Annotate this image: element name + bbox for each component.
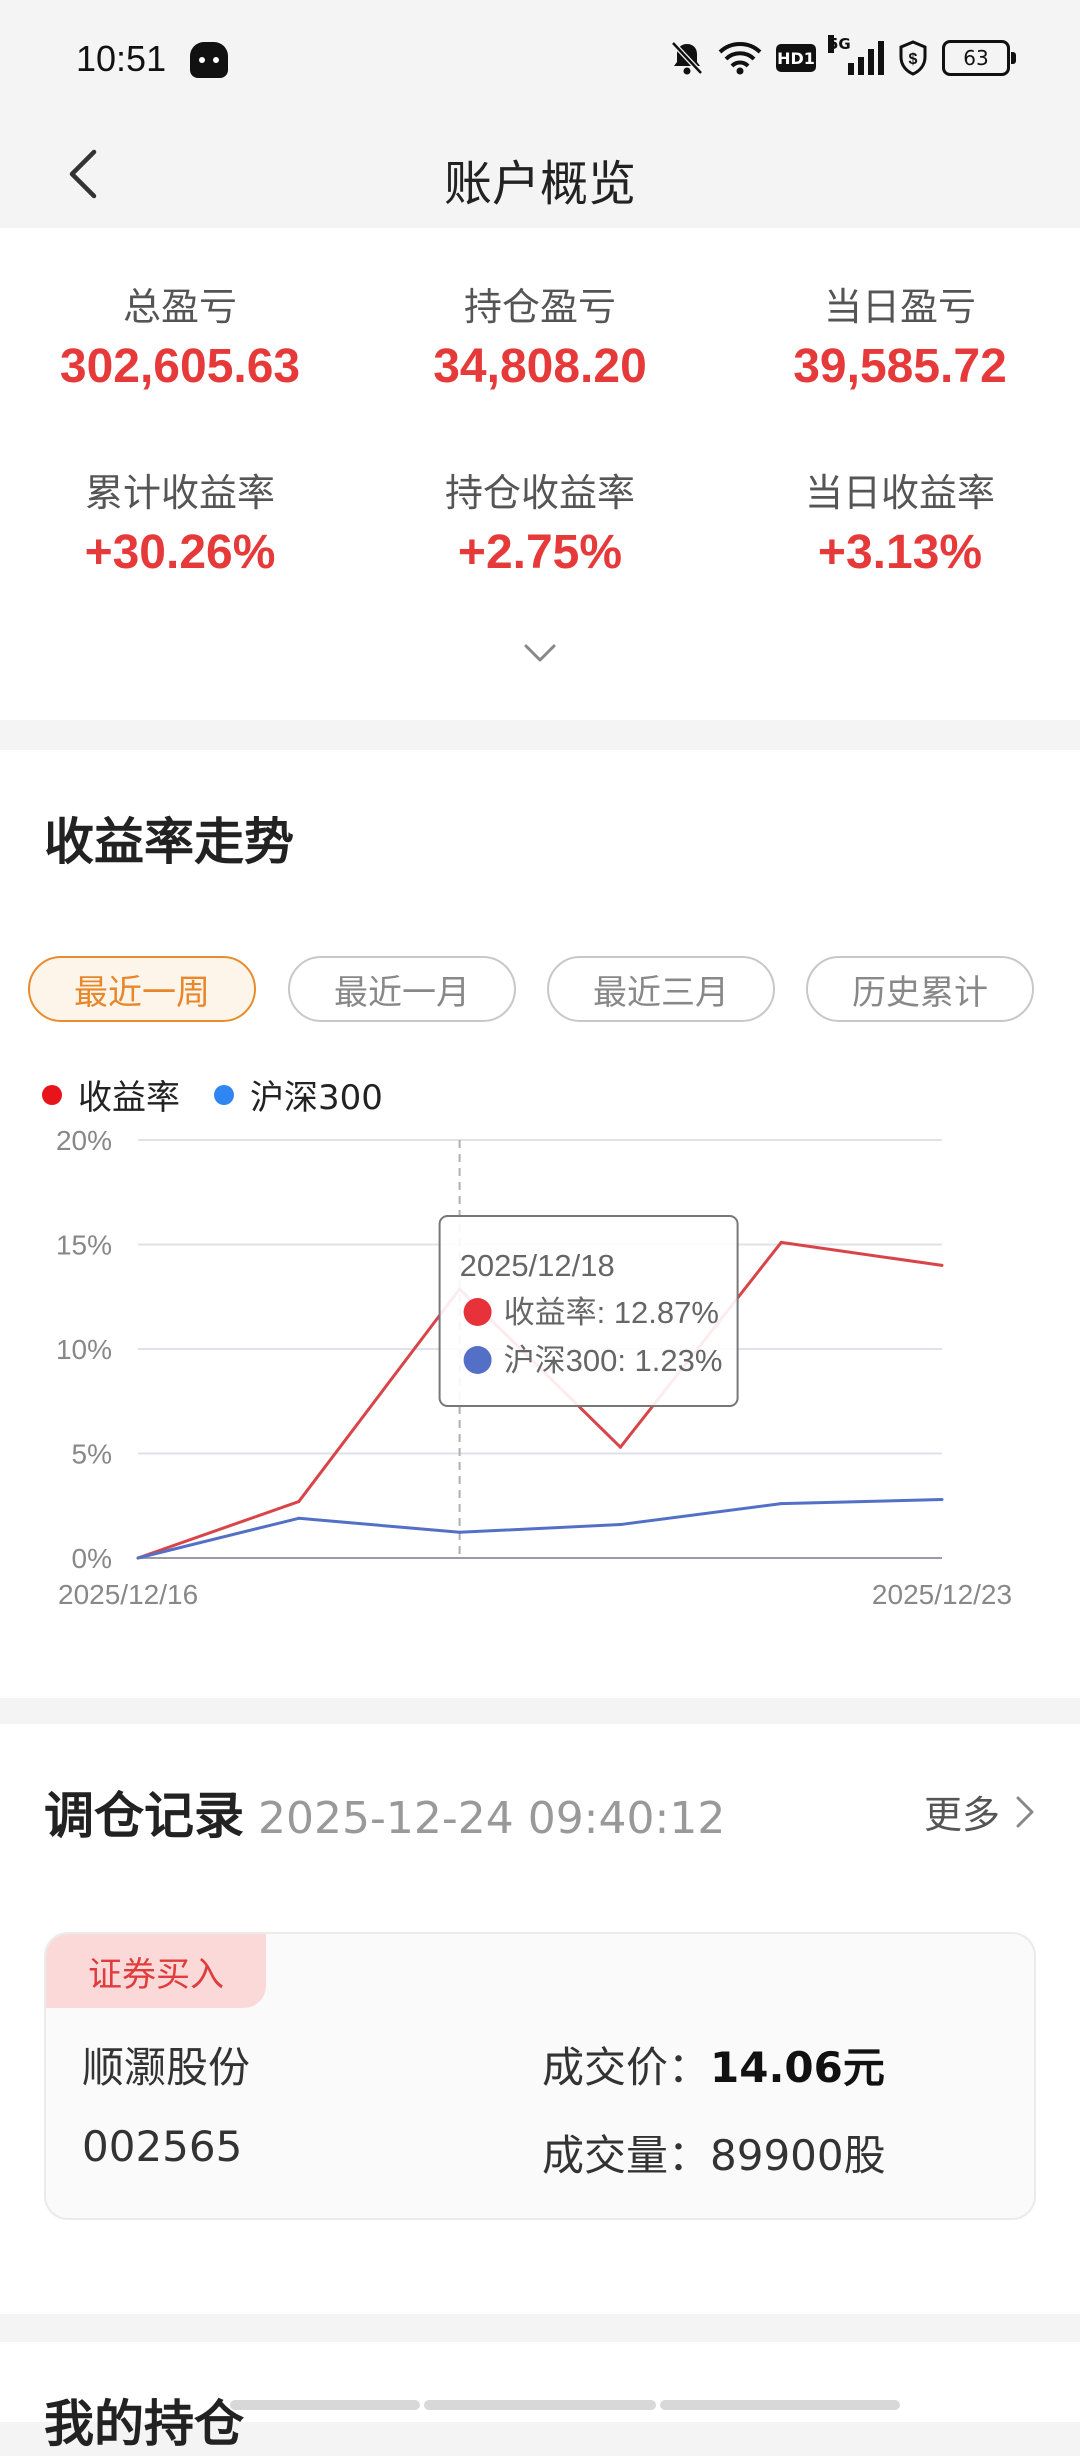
metric-label: 当日收益率 xyxy=(804,471,995,515)
y-tick-label: 5% xyxy=(72,1439,112,1470)
metric-value: 34,808.20 xyxy=(433,340,647,393)
battery-icon: 63 xyxy=(942,40,1016,76)
metric-label: 持仓盈亏 xyxy=(463,285,616,329)
x-tick-label: 2025/12/23 xyxy=(872,1579,1012,1610)
price-label: 成交价： xyxy=(542,2043,711,2092)
holdings-section: 我的持仓 xyxy=(0,2342,1080,2453)
data-point xyxy=(136,1556,140,1560)
hd-icon: HD1 xyxy=(776,44,816,72)
metric-cumulative-return: 累计收益率 +30.26% xyxy=(0,462,360,580)
records-timestamp: 2025-12-24 09:40:12 xyxy=(258,1793,726,1844)
bell-off-icon xyxy=(670,40,704,76)
legend-label: 沪深300 xyxy=(250,1078,383,1118)
status-icons: HD1 5G $ 63 xyxy=(670,35,1016,78)
metric-value: 302,605.63 xyxy=(59,340,301,393)
y-tick-label: 0% xyxy=(72,1543,112,1574)
tooltip-line: 沪深300: 1.23% xyxy=(504,1343,723,1378)
expand-button[interactable] xyxy=(520,638,560,668)
tab-bar-placeholder xyxy=(424,2400,656,2410)
volume-label: 成交量： xyxy=(542,2131,711,2180)
legend-dot xyxy=(214,1084,234,1105)
record-card[interactable]: 证券买入 顺灏股份 002565 成交价：14.06元 成交量：89900股 xyxy=(44,1932,1036,2220)
status-time: 10:51 xyxy=(76,38,167,79)
tooltip-dot xyxy=(463,1346,492,1374)
metric-value: +30.26% xyxy=(84,526,276,579)
legend-item-return[interactable]: 收益率 xyxy=(42,1070,180,1119)
data-point xyxy=(618,1445,622,1449)
trade-volume: 成交量：89900股 xyxy=(542,2122,886,2183)
period-tabs: 最近一周 最近一月 最近三月 历史累计 xyxy=(28,956,1052,1026)
rebalance-records-section: 调仓记录 2025-12-24 09:40:12 更多 证券买入 顺灏股份 002… xyxy=(0,1724,1080,2314)
tooltip-dot xyxy=(463,1298,492,1326)
account-summary: 总盈亏 302,605.63 持仓盈亏 34,808.20 当日盈亏 39,58… xyxy=(0,228,1080,720)
y-tick-label: 10% xyxy=(56,1334,112,1365)
section-title: 我的持仓 xyxy=(44,2395,244,2453)
signal-icon: 5G xyxy=(828,35,884,75)
legend-label: 收益率 xyxy=(78,1078,180,1118)
tab-last-month[interactable]: 最近一月 xyxy=(288,956,516,1022)
metric-value: +3.13% xyxy=(817,526,983,579)
records-title: 调仓记录 xyxy=(44,1787,244,1845)
section-title: 调仓记录 2025-12-24 09:40:12 xyxy=(44,1776,725,1848)
legend-dot xyxy=(42,1084,62,1105)
nav-bar: 账户概览 xyxy=(0,124,1080,228)
metric-position-pnl: 持仓盈亏 34,808.20 xyxy=(360,276,720,394)
chevron-down-icon xyxy=(524,644,556,662)
data-point xyxy=(297,1500,301,1504)
y-tick-label: 20% xyxy=(56,1130,112,1156)
trade-type-badge: 证券买入 xyxy=(46,1934,266,2008)
section-title: 收益率走势 xyxy=(44,813,294,871)
data-point xyxy=(779,1502,783,1506)
metric-daily-pnl: 当日盈亏 39,585.72 xyxy=(720,276,1080,394)
tab-history-cumulative[interactable]: 历史累计 xyxy=(806,956,1034,1022)
tab-last-week[interactable]: 最近一周 xyxy=(28,956,256,1022)
metric-label: 当日盈亏 xyxy=(823,285,976,329)
shield-icon: $ xyxy=(898,40,928,76)
more-link[interactable]: 更多 xyxy=(924,1784,1036,1839)
tab-bar-placeholder xyxy=(230,2400,420,2410)
stock-name: 顺灏股份 xyxy=(82,2043,251,2092)
data-point xyxy=(297,1516,301,1520)
chevron-right-icon xyxy=(1016,1796,1034,1827)
data-point xyxy=(940,1263,944,1267)
status-bar: 10:51 HD1 5G $ 63 xyxy=(0,0,1080,124)
metric-total-pnl: 总盈亏 302,605.63 xyxy=(0,276,360,394)
more-label: 更多 xyxy=(923,1793,1000,1837)
stock-code: 002565 xyxy=(82,2122,243,2171)
data-point xyxy=(618,1523,622,1527)
legend-item-csi300[interactable]: 沪深300 xyxy=(214,1070,383,1119)
metric-label: 持仓收益率 xyxy=(444,471,635,515)
tab-last-three-months[interactable]: 最近三月 xyxy=(547,956,775,1022)
metric-position-return: 持仓收益率 +2.75% xyxy=(360,462,720,580)
tooltip-date: 2025/12/18 xyxy=(460,1248,615,1283)
tab-bar-placeholder xyxy=(660,2400,900,2410)
y-tick-label: 15% xyxy=(56,1230,112,1261)
metric-label: 总盈亏 xyxy=(122,285,237,329)
metric-value: 39,585.72 xyxy=(793,340,1007,393)
series-line-csi300 xyxy=(137,1497,943,1560)
robot-icon xyxy=(190,42,228,78)
metric-daily-return: 当日收益率 +3.13% xyxy=(720,462,1080,580)
data-point xyxy=(940,1497,944,1501)
return-chart[interactable]: 0% 5% 10% 15% 20% 2025/12/16 2025/12/23 2025/12… xyxy=(0,1130,1080,1690)
metric-value: +2.75% xyxy=(457,526,623,579)
trade-price: 成交价：14.06元 xyxy=(542,2034,885,2095)
network-type: 5G xyxy=(828,35,851,53)
x-tick-label: 2025/12/16 xyxy=(58,1579,198,1610)
tooltip-line: 收益率: 12.87% xyxy=(504,1295,719,1330)
volume-value: 89900股 xyxy=(710,2131,886,2180)
chart-legend: 收益率 沪深300 xyxy=(42,1070,383,1119)
wifi-icon xyxy=(718,41,762,75)
page-title: 账户概览 xyxy=(443,156,636,212)
data-point xyxy=(779,1240,783,1244)
metric-label: 累计收益率 xyxy=(84,471,275,515)
data-point xyxy=(458,1530,462,1534)
price-value: 14.06元 xyxy=(710,2043,885,2092)
svg-text:$: $ xyxy=(909,51,918,68)
return-trend-section: 收益率走势 最近一周 最近一月 最近三月 历史累计 收益率 沪深300 0% 5%… xyxy=(0,750,1080,1698)
